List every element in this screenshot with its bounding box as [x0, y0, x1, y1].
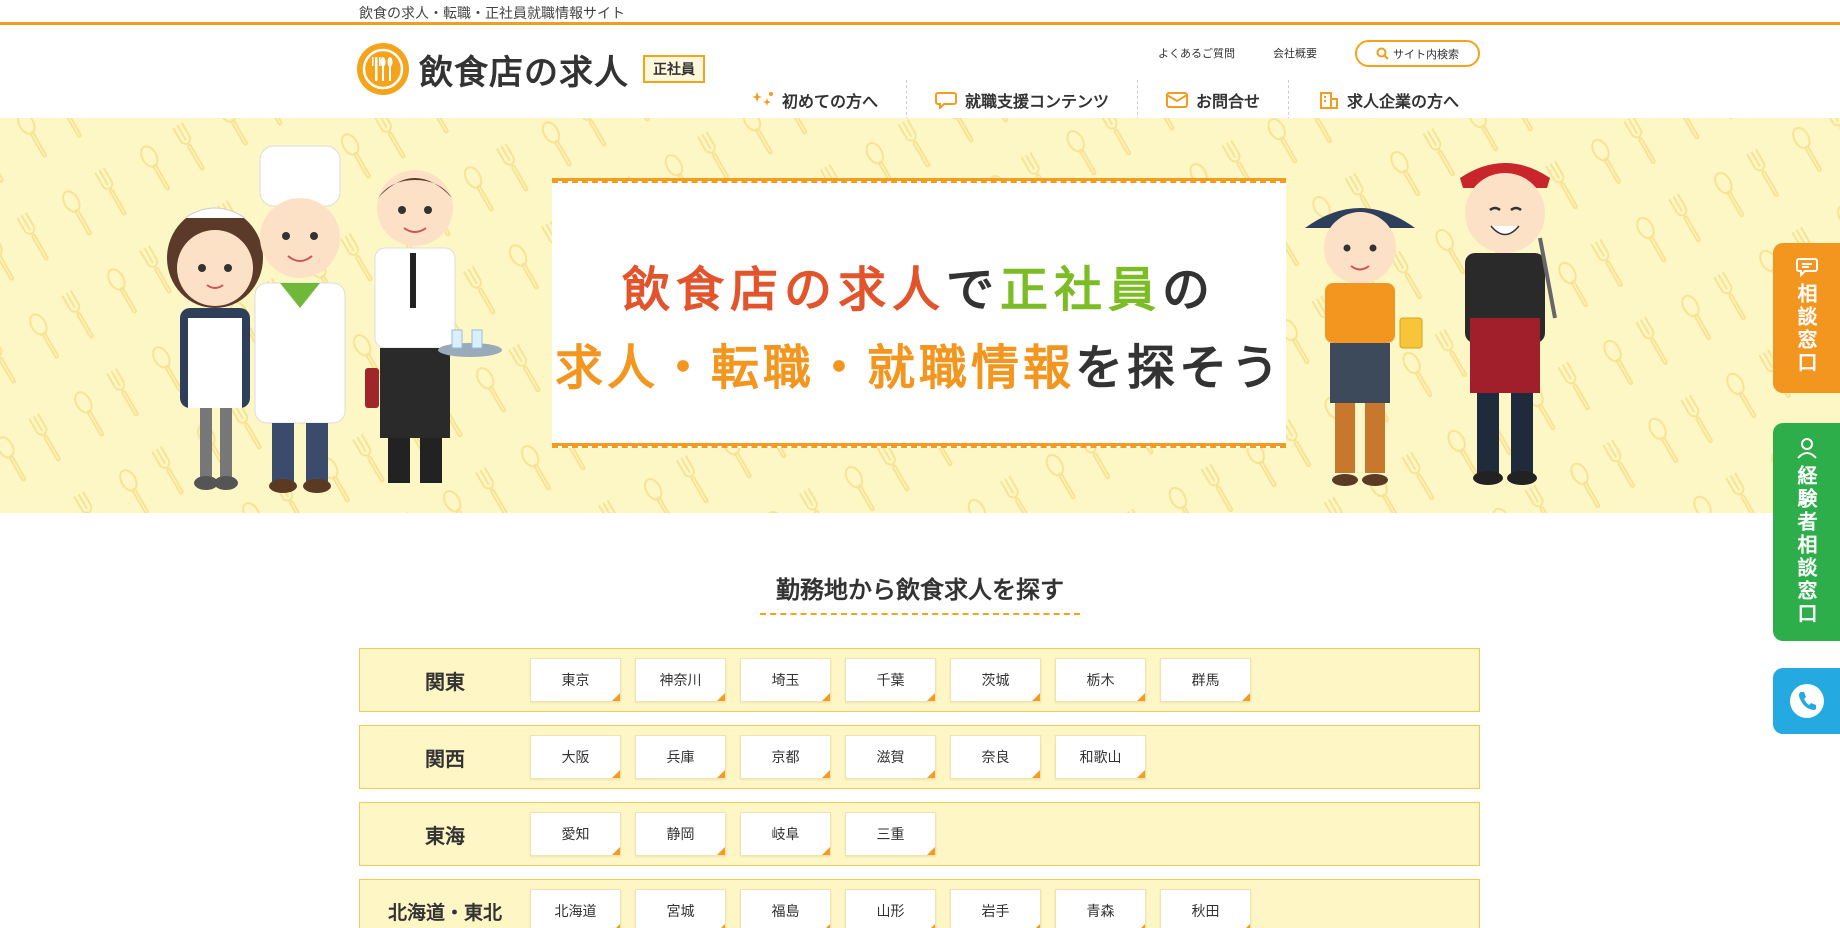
- hero-banner: 飲食店の求人で正社員の 求人・転職・就職情報を探そう: [0, 118, 1840, 513]
- pref-button-shizuoka[interactable]: 静岡: [635, 812, 726, 856]
- nav-contact[interactable]: お問合せ: [1138, 80, 1290, 120]
- consult-side-tab[interactable]: 相談窓口: [1773, 243, 1840, 393]
- region-row-hokkaido-tohoku: 北海道・東北 北海道 宮城 福島 山形 岩手 青森 秋田: [359, 879, 1480, 928]
- chef-character: [254, 145, 346, 493]
- prefecture-list: 愛知 静岡 岐阜 三重: [530, 812, 936, 856]
- phone-icon: [1789, 684, 1824, 718]
- pref-button-tokyo[interactable]: 東京: [530, 658, 621, 702]
- prefecture-list: 東京 神奈川 埼玉 千葉 茨城 栃木 群馬: [530, 658, 1251, 702]
- hero-text-info: 求人・転職・就職情報: [554, 340, 1075, 396]
- hero-headline-box: 飲食店の求人で正社員の 求人・転職・就職情報を探そう: [552, 178, 1286, 448]
- pref-button-gunma[interactable]: 群馬: [1160, 658, 1251, 702]
- company-link[interactable]: 会社概要: [1273, 45, 1317, 61]
- pref-button-aichi[interactable]: 愛知: [530, 812, 621, 856]
- top-strip: 飲食の求人・転職・正社員就職情報サイト: [0, 0, 1840, 25]
- staff-illustration-right: [1305, 163, 1557, 486]
- waiter-character: [365, 170, 502, 483]
- search-icon: [1376, 47, 1389, 60]
- pref-button-hokkaido[interactable]: 北海道: [530, 889, 621, 928]
- pref-button-gifu[interactable]: 岐阜: [740, 812, 831, 856]
- hero-bottom-border: [552, 443, 1286, 448]
- logo-badge: 正社員: [643, 55, 705, 83]
- region-row-kansai: 関西 大阪 兵庫 京都 滋賀 奈良 和歌山: [359, 725, 1480, 789]
- nav-first-time[interactable]: 初めての方へ: [740, 80, 908, 120]
- experienced-consult-side-tab[interactable]: 経験者相談窓口: [1773, 423, 1840, 641]
- pref-button-akita[interactable]: 秋田: [1160, 889, 1251, 928]
- mail-icon: [1166, 92, 1189, 108]
- nav-label: お問合せ: [1196, 92, 1261, 111]
- faq-link[interactable]: よくあるご質問: [1158, 45, 1235, 61]
- pref-button-kanagawa[interactable]: 神奈川: [635, 658, 726, 702]
- hero-top-border: [552, 178, 1286, 183]
- experienced-tab-label: 経験者相談窓口: [1794, 465, 1818, 626]
- person-icon: [1796, 438, 1817, 459]
- pref-button-nara[interactable]: 奈良: [950, 735, 1041, 779]
- server-woman-character: [1305, 208, 1423, 486]
- prefecture-list: 大阪 兵庫 京都 滋賀 奈良 和歌山: [530, 735, 1146, 779]
- sparkle-icon: [752, 92, 773, 106]
- hero-text-particle: で: [945, 262, 1000, 318]
- pref-button-fukushima[interactable]: 福島: [740, 889, 831, 928]
- pref-button-mie[interactable]: 三重: [845, 812, 936, 856]
- nav-label: 求人企業の方へ: [1347, 92, 1460, 111]
- pref-button-ibaraki[interactable]: 茨城: [950, 658, 1041, 702]
- nav-label: 就職支援コンテンツ: [965, 92, 1110, 111]
- pref-button-chiba[interactable]: 千葉: [845, 658, 936, 702]
- pref-button-saitama[interactable]: 埼玉: [740, 658, 831, 702]
- consult-tab-label: 相談窓口: [1794, 283, 1818, 375]
- staff-illustration-left: [167, 145, 502, 493]
- region-row-tokai: 東海 愛知 静岡 岐阜 三重: [359, 802, 1480, 866]
- pref-button-aomori[interactable]: 青森: [1055, 889, 1146, 928]
- hero-text-fulltime: 正社員: [1000, 262, 1163, 318]
- pref-button-shiga[interactable]: 滋賀: [845, 735, 936, 779]
- site-logo[interactable]: 飲食店の求人 正社員: [357, 43, 705, 95]
- region-row-kanto: 関東 東京 神奈川 埼玉 千葉 茨城 栃木 群馬: [359, 648, 1480, 712]
- cutlery-logo-icon: [357, 43, 409, 95]
- region-name: 東海: [425, 823, 465, 848]
- pref-button-hyogo[interactable]: 兵庫: [635, 735, 726, 779]
- hero-text-restaurant-jobs: 飲食店の求人: [621, 262, 946, 318]
- nav-for-companies[interactable]: 求人企業の方へ: [1289, 80, 1459, 120]
- hero-headline-line2: 求人・転職・就職情報を探そう: [552, 328, 1286, 398]
- pref-button-osaka[interactable]: 大阪: [530, 735, 621, 779]
- region-name: 関西: [425, 746, 465, 771]
- pref-button-iwate[interactable]: 岩手: [950, 889, 1041, 928]
- logo-text: 飲食店の求人: [419, 52, 629, 93]
- section-title: 勤務地から飲食求人を探す: [776, 576, 1064, 604]
- hero-headline-line1: 飲食店の求人で正社員の: [552, 250, 1286, 320]
- site-tagline: 飲食の求人・転職・正社員就職情報サイト: [359, 6, 625, 22]
- building-icon: [1320, 92, 1339, 109]
- prefecture-list: 北海道 宮城 福島 山形 岩手 青森 秋田: [530, 889, 1251, 928]
- hero-text-search: を探そう: [1075, 340, 1284, 396]
- pref-button-yamagata[interactable]: 山形: [845, 889, 936, 928]
- site-header: 飲食店の求人 正社員 よくあるご質問 会社概要 サイト内検索 初めての方へ 就職…: [0, 25, 1840, 120]
- search-label: サイト内検索: [1393, 47, 1459, 61]
- phone-side-tab[interactable]: [1773, 668, 1840, 734]
- main-nav: 初めての方へ 就職支援コンテンツ お問合せ 求人企業の方へ: [740, 80, 1459, 120]
- site-search-button[interactable]: サイト内検索: [1355, 40, 1480, 67]
- chat-icon: [1795, 258, 1818, 277]
- region-name: 関東: [425, 669, 465, 694]
- hero-text-particle: の: [1162, 262, 1217, 318]
- pref-button-kyoto[interactable]: 京都: [740, 735, 831, 779]
- maid-character: [167, 207, 263, 490]
- nav-label: 初めての方へ: [782, 92, 879, 111]
- pref-button-miyagi[interactable]: 宮城: [635, 889, 726, 928]
- chat-bubble-icon: [935, 92, 958, 109]
- pref-button-wakayama[interactable]: 和歌山: [1055, 735, 1146, 779]
- pref-button-tochigi[interactable]: 栃木: [1055, 658, 1146, 702]
- utility-links: よくあるご質問 会社概要: [1158, 45, 1317, 61]
- cook-man-character: [1460, 163, 1557, 485]
- section-underline: [760, 613, 1080, 616]
- region-name: 北海道・東北: [387, 901, 502, 924]
- nav-support-contents[interactable]: 就職支援コンテンツ: [907, 80, 1139, 120]
